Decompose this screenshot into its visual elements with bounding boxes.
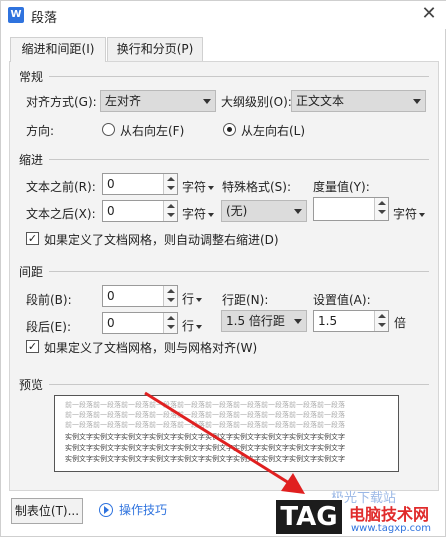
- spinner-buttons[interactable]: [163, 201, 177, 221]
- outline-level-label: 大纲级别(O):: [221, 95, 292, 109]
- setting-value-unit: 倍: [394, 316, 407, 330]
- space-after-value: 0: [107, 316, 115, 330]
- tab-stops-button[interactable]: 制表位(T)...: [11, 498, 83, 524]
- caret-down-icon: [419, 212, 426, 217]
- dialog-title: 段落: [31, 11, 58, 26]
- caret-down-icon: [208, 212, 215, 217]
- space-after-unit-text: 行: [182, 319, 195, 333]
- arrow-up-icon[interactable]: [378, 201, 386, 205]
- snap-to-grid-label[interactable]: 如果定义了文档网格，则与网格对齐(W): [44, 339, 257, 356]
- line-spacing-label: 行距(N):: [222, 293, 269, 307]
- line-spacing-value: 1.5 倍行距: [226, 314, 285, 328]
- watermark-tag-logo: TAG: [274, 498, 344, 536]
- paragraph-dialog: W 段落 ✕ 缩进和间距(I) 换行和分页(P) 常规 对齐方式(G): 左对齐…: [0, 0, 446, 537]
- ltr-label[interactable]: 从左向右(L): [241, 122, 305, 139]
- close-icon[interactable]: ✕: [417, 3, 441, 24]
- annotation-arrow: [144, 391, 305, 494]
- section-divider: [49, 384, 429, 385]
- chevron-down-icon: [413, 99, 421, 104]
- section-divider: [49, 159, 429, 160]
- section-indent-title: 缩进: [19, 153, 44, 167]
- indent-after-value: 0: [107, 204, 115, 218]
- rtl-radio[interactable]: [102, 123, 115, 136]
- special-format-label: 特殊格式(S):: [222, 180, 292, 194]
- chevron-down-icon: [294, 319, 302, 324]
- special-format-value: (无): [226, 204, 248, 218]
- spinner-buttons[interactable]: [163, 313, 177, 333]
- arrow-up-icon[interactable]: [167, 316, 175, 320]
- measure-label: 度量值(Y):: [313, 180, 370, 194]
- spinner-buttons[interactable]: [163, 286, 177, 306]
- spinner-buttons[interactable]: [374, 311, 388, 331]
- spinner-buttons[interactable]: [163, 174, 177, 194]
- section-general-title: 常规: [19, 70, 44, 84]
- alignment-value: 左对齐: [105, 94, 142, 108]
- setting-value-label: 设置值(A):: [313, 293, 371, 307]
- measure-input[interactable]: [313, 197, 389, 221]
- space-before-input[interactable]: 0: [102, 285, 178, 307]
- line-spacing-select[interactable]: 1.5 倍行距: [221, 310, 307, 332]
- title-bar: W 段落 ✕: [1, 1, 446, 29]
- arrow-up-icon[interactable]: [167, 289, 175, 293]
- indent-after-unit[interactable]: 字符: [182, 205, 215, 222]
- rtl-label[interactable]: 从右向左(F): [120, 122, 184, 139]
- space-before-value: 0: [107, 289, 115, 303]
- measure-unit[interactable]: 字符: [393, 205, 426, 222]
- space-before-unit[interactable]: 行: [182, 290, 203, 307]
- tab-line-page-breaks[interactable]: 换行和分页(P): [107, 37, 203, 61]
- auto-adjust-label[interactable]: 如果定义了文档网格，则自动调整右缩进(D): [44, 231, 279, 248]
- snap-to-grid-checkbox[interactable]: ✓: [26, 340, 39, 353]
- section-spacing-title: 间距: [19, 265, 44, 279]
- alignment-label: 对齐方式(G):: [26, 95, 97, 109]
- indent-before-input[interactable]: 0: [102, 173, 178, 195]
- space-before-unit-text: 行: [182, 292, 195, 306]
- section-divider: [49, 271, 429, 272]
- arrow-down-icon[interactable]: [378, 210, 386, 214]
- arrow-up-icon[interactable]: [167, 177, 175, 181]
- auto-adjust-checkbox[interactable]: ✓: [26, 232, 39, 245]
- caret-down-icon: [196, 324, 203, 329]
- measure-unit-text: 字符: [393, 207, 418, 221]
- watermark-site-url: www.tagxp.com: [351, 523, 431, 534]
- arrow-down-icon[interactable]: [378, 323, 386, 327]
- section-divider: [49, 76, 429, 77]
- special-format-select[interactable]: (无): [221, 200, 307, 222]
- play-icon[interactable]: [99, 503, 113, 517]
- outline-level-select[interactable]: 正文文本: [291, 90, 426, 112]
- space-before-label: 段前(B):: [26, 293, 72, 307]
- space-after-label: 段后(E):: [26, 320, 71, 334]
- watermark-site-name: 电脑技术网: [349, 505, 430, 524]
- caret-down-icon: [208, 185, 215, 190]
- arrow-up-icon[interactable]: [378, 314, 386, 318]
- arrow-down-icon[interactable]: [167, 325, 175, 329]
- alignment-select[interactable]: 左对齐: [100, 90, 216, 112]
- setting-value-input[interactable]: 1.5: [313, 310, 389, 332]
- arrow-up-icon[interactable]: [167, 204, 175, 208]
- space-after-input[interactable]: 0: [102, 312, 178, 334]
- indent-after-unit-text: 字符: [182, 207, 207, 221]
- wps-writer-icon: W: [8, 7, 24, 23]
- caret-down-icon: [196, 297, 203, 302]
- ltr-radio[interactable]: [223, 123, 236, 136]
- chevron-down-icon: [294, 209, 302, 214]
- indent-before-unit-text: 字符: [182, 180, 207, 194]
- space-after-unit[interactable]: 行: [182, 317, 203, 334]
- arrow-down-icon[interactable]: [167, 213, 175, 217]
- tips-link[interactable]: 操作技巧: [119, 501, 167, 518]
- arrow-down-icon[interactable]: [167, 298, 175, 302]
- indent-before-value: 0: [107, 177, 115, 191]
- outline-level-value: 正文文本: [296, 94, 345, 108]
- tab-indent-spacing[interactable]: 缩进和间距(I): [10, 37, 106, 62]
- indent-after-input[interactable]: 0: [102, 200, 178, 222]
- setting-value: 1.5: [318, 314, 338, 328]
- direction-label: 方向:: [26, 124, 55, 138]
- arrow-down-icon[interactable]: [167, 186, 175, 190]
- section-preview-title: 预览: [19, 378, 44, 392]
- chevron-down-icon: [203, 99, 211, 104]
- indent-before-unit[interactable]: 字符: [182, 178, 215, 195]
- indent-after-label: 文本之后(X):: [26, 207, 96, 221]
- spinner-buttons[interactable]: [374, 198, 388, 220]
- indent-before-label: 文本之前(R):: [26, 180, 96, 194]
